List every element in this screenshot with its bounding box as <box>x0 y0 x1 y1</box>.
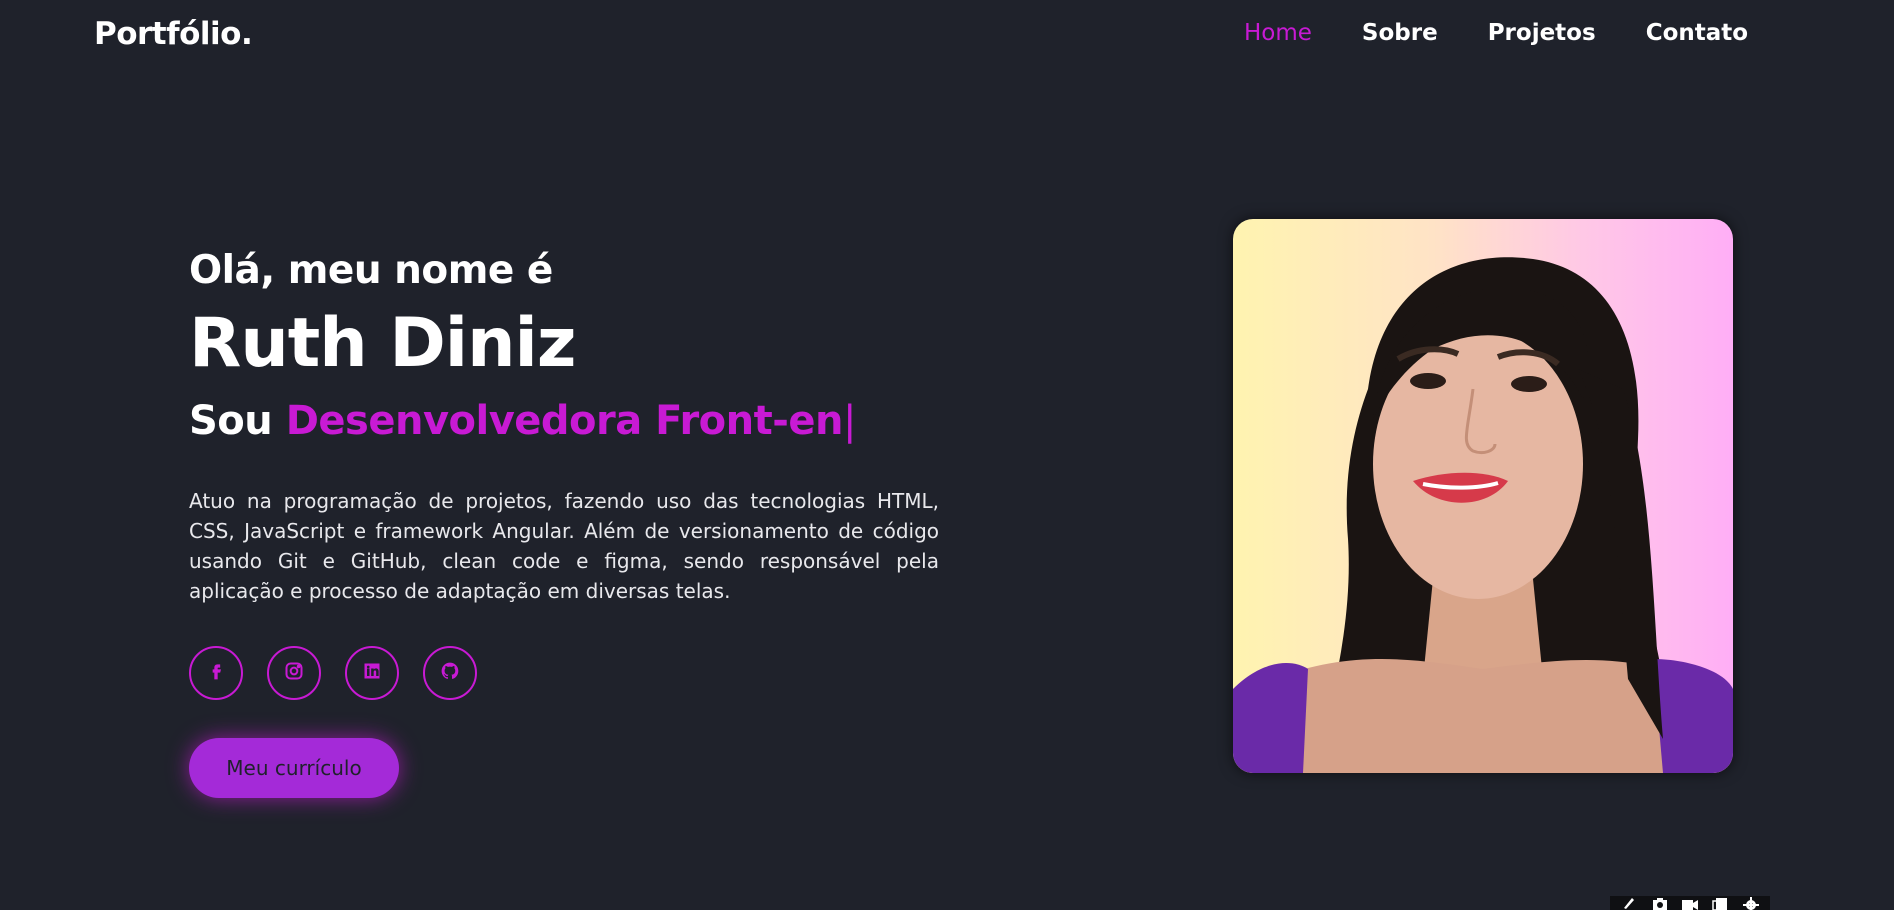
instagram-icon <box>284 661 304 685</box>
copy-icon[interactable] <box>1710 896 1730 910</box>
gear-icon[interactable] <box>1741 896 1761 910</box>
instagram-button[interactable] <box>267 645 321 700</box>
profile-photo <box>1233 219 1733 773</box>
hero-section: Olá, meu nome é Ruth Diniz Sou Desenvolv… <box>189 248 939 798</box>
linkedin-icon <box>362 661 382 685</box>
nav-contato[interactable]: Contato <box>1646 20 1748 46</box>
video-icon[interactable] <box>1680 896 1700 910</box>
role-line: Sou Desenvolvedora Front-en| <box>189 398 939 444</box>
page: Portfólio. Home Sobre Projetos Contato O… <box>0 0 1894 910</box>
cv-button[interactable]: Meu currículo <box>189 737 399 798</box>
role-typed-text: Desenvolvedora Front-en <box>285 397 844 444</box>
facebook-icon <box>206 661 226 685</box>
github-button[interactable] <box>423 645 477 700</box>
nav-home[interactable]: Home <box>1244 20 1312 46</box>
social-links <box>189 645 939 700</box>
recorder-toolbar <box>1610 896 1770 910</box>
role-prefix: Sou <box>189 397 273 444</box>
pen-icon[interactable] <box>1619 896 1639 910</box>
nav-projetos[interactable]: Projetos <box>1488 20 1596 46</box>
camera-icon[interactable] <box>1650 896 1670 910</box>
facebook-button[interactable] <box>189 645 243 700</box>
main-nav: Home Sobre Projetos Contato <box>1244 20 1798 46</box>
typing-cursor: | <box>842 397 856 444</box>
greeting: Olá, meu nome é <box>189 248 553 293</box>
hero-name: Ruth Diniz <box>189 303 576 383</box>
logo[interactable]: Portfólio. <box>94 16 253 52</box>
nav-sobre[interactable]: Sobre <box>1362 20 1438 46</box>
linkedin-button[interactable] <box>345 645 399 700</box>
description: Atuo na programação de projetos, fazendo… <box>189 488 939 603</box>
github-icon <box>440 661 460 685</box>
